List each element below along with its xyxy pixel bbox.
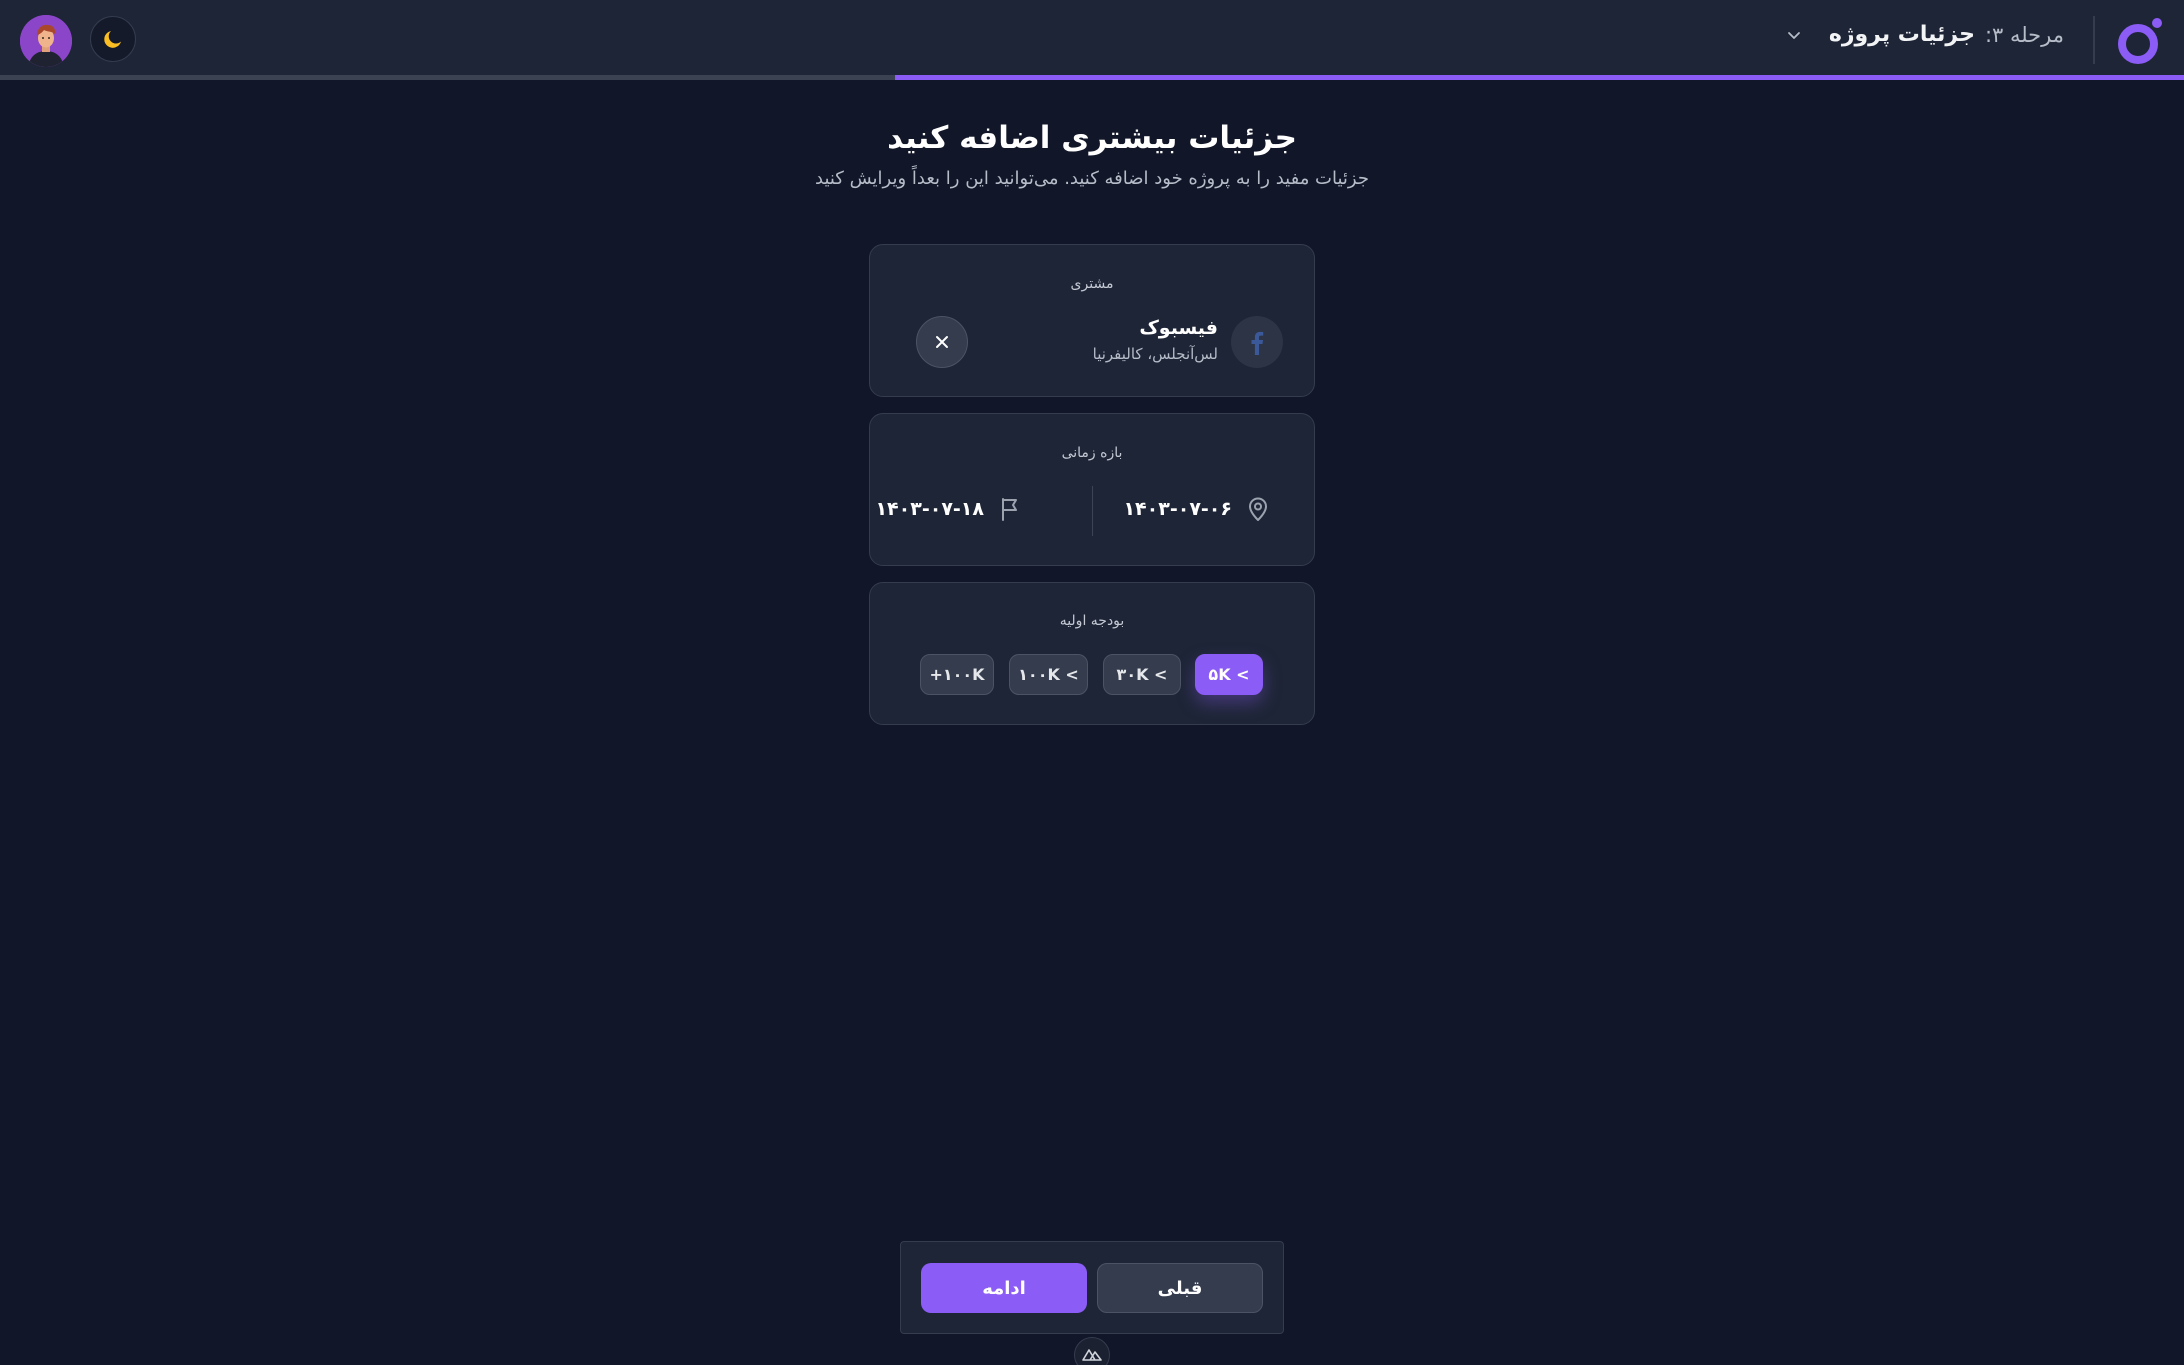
chevron-down-icon [1787, 31, 1800, 39]
page-subtitle: جزئیات مفید را به پروژه خود اضافه کنید. … [815, 168, 1369, 189]
budget-option-30k[interactable]: ۳۰K < [1103, 654, 1181, 695]
continue-button[interactable]: ادامه [921, 1263, 1087, 1313]
step-selector[interactable]: مرحله ۳: جزئیات پروژه [1785, 22, 2064, 47]
map-pin-icon [1249, 497, 1267, 521]
budget-card: بودجه اولیه ۵K < ۳۰K < ۱۰۰K < +۱۰۰K [869, 582, 1315, 725]
theme-toggle-button[interactable] [90, 16, 136, 62]
step-number: مرحله ۳: [1984, 22, 2064, 47]
client-label: مشتری [1070, 276, 1114, 292]
remove-client-button[interactable] [916, 316, 968, 368]
previous-button[interactable]: قبلی [1097, 1263, 1263, 1313]
budget-option-100k-plus[interactable]: +۱۰۰K [920, 654, 994, 695]
progress-track [0, 75, 2184, 80]
nuxt-icon [1082, 1349, 1102, 1361]
top-header: مرحله ۳: جزئیات پروژه [0, 0, 2184, 80]
moon-icon [104, 31, 121, 48]
step-title: جزئیات پروژه [1828, 22, 1975, 47]
flag-icon [1002, 498, 1017, 521]
devtools-button[interactable] [1074, 1337, 1110, 1365]
date-divider [1092, 486, 1093, 536]
start-date: ۱۴۰۳-۰۷-۰۶ [1123, 498, 1232, 520]
avatar-illustration [20, 15, 72, 67]
close-icon [936, 336, 948, 348]
progress-bar [895, 75, 2184, 80]
budget-option-100k[interactable]: ۱۰۰K < [1009, 654, 1088, 695]
page-title: جزئیات بیشتری اضافه کنید [887, 120, 1297, 156]
client-location: لس‌آنجلس، کالیفرنیا [1092, 345, 1218, 363]
page: مرحله ۳: جزئیات پروژه جزئیات بیشتری اضاف… [0, 0, 2184, 1365]
timeframe-card: بازه زمانی ۱۴۰۳-۰۷-۰۶ ۱۴۰۳-۰۷-۱۸ [869, 413, 1315, 566]
brand-logo-icon[interactable] [2116, 16, 2166, 66]
end-date: ۱۴۰۳-۰۷-۱۸ [875, 498, 984, 520]
budget-label: بودجه اولیه [1059, 613, 1125, 629]
start-date-field[interactable]: ۱۴۰۳-۰۷-۰۶ [1123, 496, 1270, 522]
client-name: فیسبوک [1139, 317, 1218, 339]
user-avatar[interactable] [20, 15, 72, 67]
wizard-footer: ادامه قبلی [900, 1241, 1284, 1334]
facebook-icon [1231, 316, 1283, 368]
end-date-field[interactable]: ۱۴۰۳-۰۷-۱۸ [875, 496, 1022, 522]
budget-option-5k[interactable]: ۵K < [1195, 654, 1263, 695]
client-card: مشتری فیسبوک لس‌آنجلس، کالیفرنیا [869, 244, 1315, 397]
timeframe-label: بازه زمانی [1061, 445, 1123, 461]
header-divider [2093, 16, 2095, 64]
